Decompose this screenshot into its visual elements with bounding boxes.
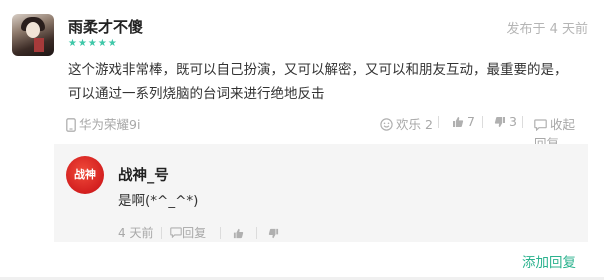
reaction-label: 欢乐 2 (396, 117, 433, 132)
reply-meta-row: 4 天前 回复 (118, 224, 279, 241)
phone-icon (66, 118, 76, 132)
reply-username[interactable]: 战神_号 (118, 164, 169, 185)
rating-stars-glyphs: ★★★★★ (68, 38, 118, 49)
reply-button-label: 回复 (182, 226, 207, 240)
divider (438, 116, 439, 128)
add-reply-button[interactable]: 添加回复 (522, 251, 576, 271)
comment-bubble-icon (534, 119, 547, 132)
comment-bubble-icon (170, 227, 182, 239)
divider (161, 226, 163, 239)
reply-body: 是啊(*^_^*) (118, 193, 199, 209)
comment-body: 这个游戏非常棒，既可以自己扮演，又可以解密，又可以和朋友互动，最重要的是，可以通… (68, 62, 568, 102)
user-avatar[interactable] (12, 14, 54, 56)
thumbs-up-icon (453, 117, 464, 127)
divider (522, 116, 523, 128)
comment-time: 发布于 4 天前 (506, 22, 588, 37)
comment-username[interactable]: 雨柔才不傻 (68, 16, 143, 37)
reaction-button[interactable]: 欢乐 2 (380, 114, 433, 133)
rating-stars: ★★★★★ (68, 38, 118, 49)
reply-container: 战神 战神_号 是啊(*^_^*) 4 天前 回复 (54, 144, 588, 242)
device-info: 华为荣耀9i (66, 114, 140, 133)
divider (482, 116, 483, 128)
reply-avatar[interactable]: 战神 (66, 156, 104, 194)
like-count: 7 (467, 114, 475, 129)
reply-dislike-button[interactable] (268, 226, 279, 240)
thumbs-down-icon (494, 117, 505, 127)
reply-button[interactable]: 回复 (170, 225, 210, 240)
dislike-count: 3 (509, 114, 517, 129)
thumbs-up-icon (233, 228, 243, 238)
divider (255, 226, 257, 239)
reply-like-button[interactable] (233, 226, 248, 240)
comment-meta-row: 华为荣耀9i 欢乐 2 7 3 收起回复 (66, 114, 586, 151)
like-button[interactable]: 7 (452, 114, 475, 129)
dislike-button[interactable]: 3 (494, 114, 517, 129)
smile-icon (380, 118, 393, 131)
reply-time: 4 天前 (118, 226, 154, 240)
divider (219, 226, 221, 239)
device-name: 华为荣耀9i (79, 117, 141, 132)
thumbs-down-icon (269, 228, 279, 238)
